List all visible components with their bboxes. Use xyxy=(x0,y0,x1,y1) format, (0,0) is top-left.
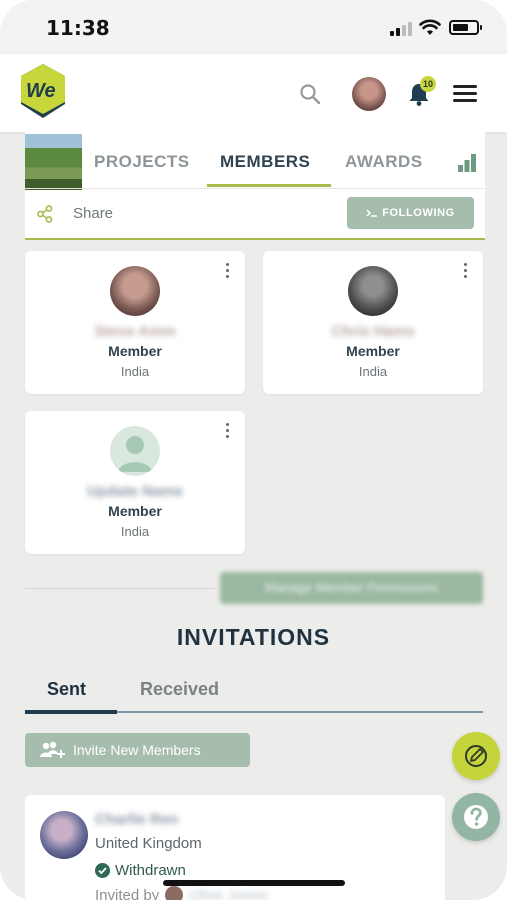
status-label: Withdrawn xyxy=(115,862,186,879)
wifi-icon xyxy=(419,19,441,35)
stats-bars-icon[interactable] xyxy=(457,152,477,172)
home-indicator[interactable] xyxy=(163,880,345,886)
cellular-signal-icon xyxy=(390,22,412,36)
tab-received[interactable]: Received xyxy=(140,679,219,700)
tab-projects[interactable]: PROJECTS xyxy=(94,152,190,172)
default-avatar-icon xyxy=(110,426,160,476)
hamburger-menu-icon[interactable] xyxy=(453,85,477,103)
member-role: Member xyxy=(108,503,162,519)
tab-members[interactable]: MEMBERS xyxy=(220,152,310,172)
search-icon[interactable] xyxy=(299,83,321,105)
member-country: India xyxy=(120,364,150,379)
battery-icon xyxy=(449,20,482,35)
manage-member-permissions-button[interactable]: Manage Member Permissions xyxy=(220,572,483,604)
we-logo[interactable]: We xyxy=(18,62,68,122)
divider xyxy=(25,188,485,189)
member-name: Steve Amm xyxy=(94,323,176,340)
svg-text:We: We xyxy=(26,80,56,102)
invitations-heading: INVITATIONS xyxy=(176,624,331,650)
share-label[interactable]: Share xyxy=(73,205,113,222)
invite-button-label: Invite New Members xyxy=(73,742,201,758)
edit-fab-button[interactable] xyxy=(452,732,500,780)
pencil-circle-icon xyxy=(465,745,487,767)
invitee-name: Charlie Ren xyxy=(95,811,179,828)
following-button[interactable]: FOLLOWING xyxy=(347,197,474,229)
share-icon[interactable] xyxy=(37,205,53,223)
member-card[interactable]: Update Name Member India xyxy=(25,411,245,554)
notification-badge: 10 xyxy=(420,76,436,92)
member-role: Member xyxy=(346,343,400,359)
member-card[interactable]: Steve Amm Member India xyxy=(25,251,245,394)
invited-by: Invited by Olive Jones xyxy=(95,886,268,900)
following-icon xyxy=(366,209,378,217)
invitee-country: United Kingdom xyxy=(95,835,202,852)
phone-screen: 11:38 We 10 PROJECTS MEMBERS AWARDS Shar… xyxy=(0,0,507,900)
user-avatar[interactable] xyxy=(352,77,386,111)
member-name: Update Name xyxy=(87,483,183,500)
clock: 11:38 xyxy=(46,16,110,40)
help-fab-button[interactable] xyxy=(452,793,500,841)
more-options-icon[interactable] xyxy=(226,423,230,439)
inviter-avatar xyxy=(165,886,184,900)
status-bar: 11:38 xyxy=(0,0,507,54)
divider xyxy=(25,588,215,589)
tab-awards[interactable]: AWARDS xyxy=(345,152,423,172)
group-cover-thumbnail[interactable] xyxy=(25,134,82,190)
app-header: We 10 xyxy=(0,54,507,132)
more-options-icon[interactable] xyxy=(464,263,468,279)
member-country: India xyxy=(358,364,388,379)
check-circle-icon xyxy=(95,863,110,878)
member-avatar xyxy=(110,266,160,316)
invitee-avatar xyxy=(40,811,88,859)
following-label: FOLLOWING xyxy=(382,207,455,219)
question-mark-icon xyxy=(464,805,488,829)
member-role: Member xyxy=(108,343,162,359)
member-country: India xyxy=(120,524,150,539)
invite-new-members-button[interactable]: Invite New Members xyxy=(25,733,250,767)
invited-by-label: Invited by xyxy=(95,886,160,900)
more-options-icon[interactable] xyxy=(226,263,230,279)
group-tabs-card: PROJECTS MEMBERS AWARDS Share FOLLOWING xyxy=(25,132,485,240)
active-tab-indicator xyxy=(25,710,117,714)
inviter-name: Olive Jones xyxy=(189,886,268,900)
active-tab-indicator xyxy=(207,184,331,187)
member-card[interactable]: Chris Hams Member India xyxy=(263,251,483,394)
add-users-icon xyxy=(40,741,65,758)
invitation-status: Withdrawn xyxy=(95,862,186,879)
member-name: Chris Hams xyxy=(331,323,415,340)
tab-sent[interactable]: Sent xyxy=(47,679,86,700)
member-avatar xyxy=(348,266,398,316)
